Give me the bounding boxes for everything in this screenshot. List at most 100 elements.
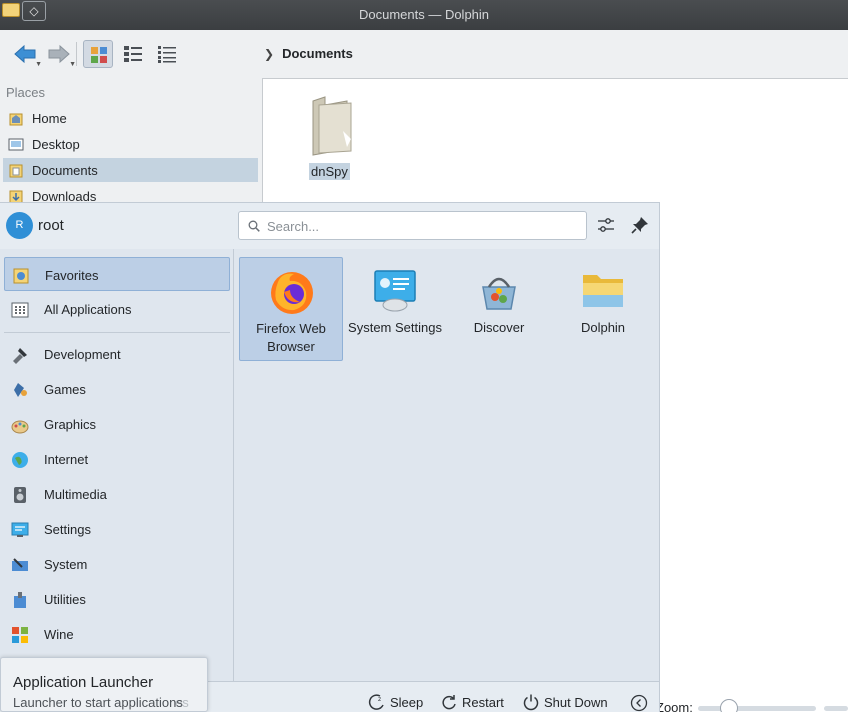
category-graphics[interactable]: Graphics: [4, 407, 230, 441]
category-label: Settings: [44, 522, 91, 537]
settings-icon: [11, 522, 29, 537]
app-dolphin[interactable]: Dolphin: [551, 257, 655, 361]
details-view-button[interactable]: [152, 40, 182, 68]
system-settings-icon: [374, 270, 416, 312]
details-view-icon: [158, 46, 176, 63]
svg-text:z: z: [378, 696, 381, 703]
app-firefox[interactable]: Firefox Web Browser: [239, 257, 343, 361]
category-label: Internet: [44, 452, 89, 467]
launcher-tooltip: es Application Launcher Launcher to star…: [0, 657, 208, 712]
launcher-header: R root: [0, 203, 659, 249]
pin-icon: [631, 217, 648, 234]
tooltip-title: Application Launcher: [13, 674, 154, 691]
breadcrumb[interactable]: ❯ Documents: [264, 46, 353, 61]
category-label: Multimedia: [44, 487, 107, 502]
internet-icon: [12, 452, 28, 468]
places-header: Places: [6, 85, 46, 100]
places-item-label: Desktop: [32, 137, 80, 152]
chevron-right-icon: ❯: [264, 47, 275, 61]
toolbar: ▼ ▼ ❯ Documents: [0, 30, 848, 78]
file-item-dnspy[interactable]: dnSpy: [293, 87, 367, 183]
category-development[interactable]: Development: [4, 337, 230, 371]
category-separator: [4, 332, 230, 333]
icons-view-icon: [91, 47, 107, 63]
sliders-icon: [598, 218, 614, 232]
search-field[interactable]: [238, 211, 587, 240]
power-icon: [523, 694, 539, 711]
multimedia-icon: [14, 487, 26, 503]
category-wine[interactable]: Wine: [4, 617, 230, 651]
category-system[interactable]: System: [4, 547, 230, 581]
search-input[interactable]: [267, 216, 577, 236]
tooltip-subtitle: Launcher to start applications: [13, 695, 183, 710]
category-utilities[interactable]: Utilities: [4, 582, 230, 616]
app-discover[interactable]: Discover: [447, 257, 551, 361]
games-icon: [14, 383, 27, 397]
favorites-icon: [13, 268, 29, 284]
category-label: System: [44, 557, 88, 572]
places-item-desktop[interactable]: Desktop: [3, 132, 258, 156]
category-label: Graphics: [44, 417, 97, 432]
shutdown-label: Shut Down: [544, 695, 608, 710]
avatar[interactable]: R: [6, 212, 33, 239]
places-item-label: Home: [32, 111, 67, 126]
dolphin-icon: [583, 275, 623, 307]
compact-view-icon: [124, 46, 142, 62]
category-label: Utilities: [44, 592, 86, 607]
arrow-left-icon: [14, 44, 36, 64]
forward-button[interactable]: ▼: [42, 40, 76, 68]
window-titlebar[interactable]: ◇ Documents — Dolphin: [0, 0, 848, 30]
restart-icon: [442, 695, 456, 710]
chevron-down-icon: ▼: [69, 61, 76, 68]
category-list: Favorites All Applications Development G…: [0, 249, 234, 681]
arrow-right-icon: [48, 44, 70, 64]
space-indicator: [824, 706, 848, 711]
application-launcher: R root Favorites All Applications: [0, 202, 660, 712]
category-favorites[interactable]: Favorites: [4, 257, 230, 291]
app-label: Discover: [473, 320, 525, 335]
icons-view-button[interactable]: [83, 40, 113, 68]
zoom-slider-handle[interactable]: [720, 699, 738, 712]
home-icon: [9, 113, 23, 126]
sleep-button[interactable]: z Sleep: [368, 692, 428, 712]
places-panel: Places Home Desktop Documents Downloads: [0, 78, 262, 208]
window-title: Documents — Dolphin: [358, 7, 490, 22]
category-settings[interactable]: Settings: [4, 512, 230, 546]
system-icon: [12, 558, 28, 571]
documents-icon: [9, 164, 23, 178]
search-icon: [248, 220, 260, 232]
places-item-label: Documents: [32, 163, 98, 178]
configure-button[interactable]: [596, 215, 616, 235]
more-options-button[interactable]: [630, 694, 648, 712]
places-item-home[interactable]: Home: [3, 106, 258, 130]
back-button[interactable]: ▼: [8, 40, 42, 68]
app-system-settings[interactable]: System Settings: [343, 257, 447, 361]
category-label: Development: [44, 347, 121, 362]
category-games[interactable]: Games: [4, 372, 230, 406]
category-all-applications[interactable]: All Applications: [4, 292, 230, 326]
statusbar: Zoom:: [650, 696, 848, 712]
development-icon: [13, 348, 27, 364]
all-applications-icon: [11, 302, 29, 318]
utilities-icon: [14, 592, 26, 608]
breadcrumb-current[interactable]: Documents: [282, 46, 353, 61]
shutdown-button[interactable]: Shut Down: [522, 692, 616, 712]
discover-icon: [482, 277, 516, 310]
username: root: [38, 217, 64, 234]
desktop-icon: [8, 138, 24, 151]
compact-view-button[interactable]: [118, 40, 148, 68]
zoom-slider[interactable]: [698, 699, 816, 712]
toolbar-separator: [76, 42, 77, 66]
category-label: Wine: [44, 627, 74, 642]
restart-button[interactable]: Restart: [440, 692, 512, 712]
graphics-icon: [11, 420, 29, 434]
pin-button[interactable]: [630, 215, 650, 235]
zoom-label: Zoom:: [656, 700, 693, 712]
sleep-icon: z: [368, 694, 384, 710]
category-label: Favorites: [45, 268, 99, 283]
category-multimedia[interactable]: Multimedia: [4, 477, 230, 511]
category-label: All Applications: [44, 302, 132, 317]
firefox-icon: [271, 272, 313, 314]
places-item-documents[interactable]: Documents: [3, 158, 258, 182]
category-internet[interactable]: Internet: [4, 442, 230, 476]
